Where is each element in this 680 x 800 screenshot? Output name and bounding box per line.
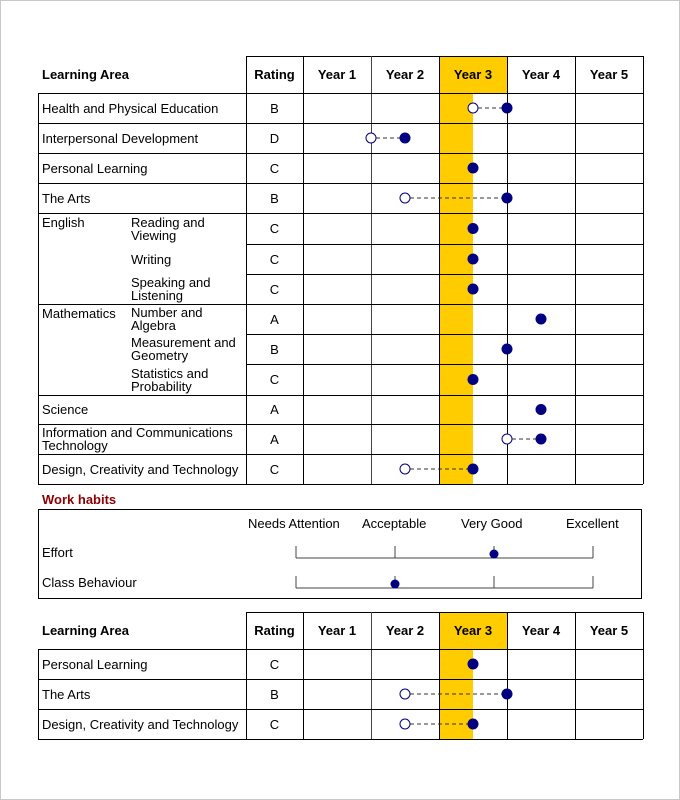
previous-achievement-marker bbox=[399, 718, 411, 730]
progress-marks bbox=[399, 718, 479, 730]
current-achievement-marker bbox=[467, 718, 479, 730]
grid-line bbox=[38, 739, 643, 740]
